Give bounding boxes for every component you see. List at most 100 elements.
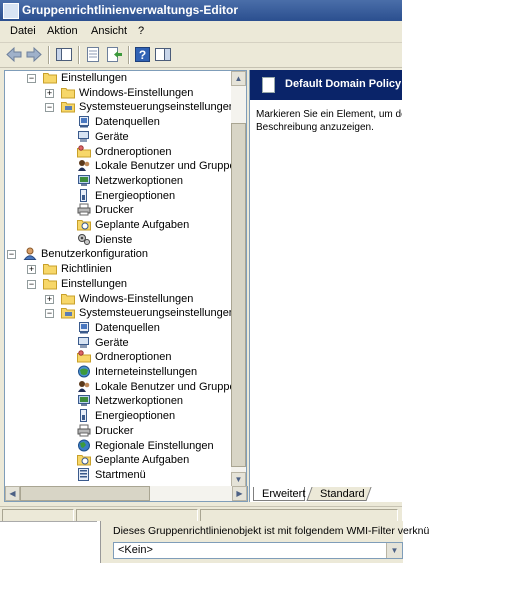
tree-item[interactable]: − Einstellungen <box>5 277 232 292</box>
tab-standard-label: Standard <box>320 488 365 500</box>
help-icon[interactable]: ? <box>134 46 152 63</box>
tree-item-label: Einstellungen <box>61 277 128 290</box>
tree-item-label: Lokale Benutzer und Gruppen <box>95 160 232 173</box>
description-line: Markieren Sie ein Element, um des <box>256 109 402 120</box>
status-bar <box>0 506 402 521</box>
tree-item-label: Drucker <box>95 204 134 217</box>
tree-item[interactable]: − Systemsteuerungseinstellungen <box>5 100 232 115</box>
toolbar: ? <box>0 43 402 68</box>
tree-item[interactable]: + Windows-Einstellungen <box>5 292 232 307</box>
menu-datei[interactable]: Datei <box>10 25 36 37</box>
menu-ansicht[interactable]: Ansicht <box>91 25 127 37</box>
tree-item-label: Ordneroptionen <box>95 351 172 364</box>
tree-item[interactable]: Lokale Benutzer und Gruppen <box>5 159 232 174</box>
scroll-thumb-horizontal[interactable] <box>20 486 150 501</box>
collapse-minus-icon[interactable]: − <box>27 279 36 289</box>
tree-item[interactable]: Lokale Benutzer und Gruppen <box>5 380 232 395</box>
wmi-filter-value: <Kein> <box>118 544 153 556</box>
tree-item[interactable]: Startmenü <box>5 467 232 483</box>
chevron-down-icon[interactable]: ▼ <box>386 543 402 558</box>
tree-item-label: Drucker <box>95 424 134 437</box>
power-options-icon <box>77 409 91 423</box>
back-arrow-icon[interactable] <box>5 46 23 63</box>
tree-item[interactable]: Drucker <box>5 424 232 439</box>
scroll-right-button[interactable]: ▶ <box>232 486 247 501</box>
status-panel <box>200 509 398 521</box>
start-menu-icon <box>77 467 91 481</box>
expand-plus-icon[interactable]: + <box>45 294 54 304</box>
tree-item[interactable]: Netzwerkoptionen <box>5 174 232 189</box>
title-bar: Gruppenrichtlinienverwaltungs-Editor <box>0 0 402 21</box>
tree-item[interactable]: Energieoptionen <box>5 188 232 204</box>
tab-standard[interactable]: Standard <box>306 487 372 501</box>
collapse-minus-icon[interactable]: − <box>45 309 54 319</box>
tree-item-label: Windows-Einstellungen <box>79 292 194 305</box>
expand-plus-icon[interactable]: + <box>27 265 36 275</box>
toolbar-separator <box>48 46 50 64</box>
tree-item[interactable]: Datenquellen <box>5 321 232 336</box>
data-sources-icon <box>77 115 91 128</box>
details-header: Default Domain Policy [ <box>250 70 402 100</box>
tree-item-label: Interneteinstellungen <box>95 366 198 378</box>
tree-item[interactable]: Energieoptionen <box>5 409 232 424</box>
scroll-down-button[interactable]: ▼ <box>231 472 246 487</box>
tree-item[interactable]: − Benutzerkonfiguration <box>5 247 232 262</box>
tree-item[interactable]: Geräte <box>5 130 232 145</box>
show-action-pane-icon[interactable] <box>154 46 172 63</box>
scheduled-tasks-icon <box>77 218 91 231</box>
tree-item[interactable]: Geplante Aufgaben <box>5 453 232 468</box>
folder-icon <box>43 262 57 275</box>
app-icon <box>3 3 19 19</box>
tree-item[interactable]: Geräte <box>5 336 232 351</box>
scroll-thumb[interactable] <box>231 123 246 467</box>
tree-item-label: Systemsteuerungseinstellungen <box>79 101 232 114</box>
internet-settings-icon <box>77 365 91 378</box>
collapse-minus-icon[interactable]: − <box>7 250 16 260</box>
folder-options-icon <box>77 144 91 158</box>
tree-item-label: Regionale Einstellungen <box>95 439 214 452</box>
collapse-minus-icon[interactable]: − <box>27 74 36 83</box>
data-sources-icon <box>77 321 91 334</box>
user-config-icon <box>23 247 37 261</box>
devices-icon <box>77 336 91 349</box>
tree-item[interactable]: − Einstellungen <box>5 71 232 86</box>
tree-item[interactable]: Dienste <box>5 233 232 248</box>
tree-item[interactable]: Geplante Aufgaben <box>5 218 232 233</box>
collapse-minus-icon[interactable]: − <box>45 103 54 113</box>
tree-item[interactable]: Ordneroptionen <box>5 144 232 160</box>
menu-help[interactable]: ? <box>138 25 144 37</box>
window-title: Gruppenrichtlinienverwaltungs-Editor <box>22 3 239 17</box>
export-list-icon[interactable] <box>105 46 123 63</box>
tree-item[interactable]: Drucker <box>5 203 232 218</box>
tree-item-label: Einstellungen <box>61 72 128 84</box>
printer-icon <box>77 203 91 216</box>
tree-item[interactable]: − Systemsteuerungseinstellungen <box>5 306 232 321</box>
vertical-scrollbar[interactable]: ▲ ▼ <box>231 70 247 488</box>
tree-item[interactable]: + Richtlinien <box>5 262 232 277</box>
tree-item-label: Systemsteuerungseinstellungen <box>79 307 232 320</box>
tab-erweitert[interactable]: Erweitert <box>253 487 305 501</box>
scroll-up-button[interactable]: ▲ <box>231 71 246 86</box>
menu-aktion[interactable]: Aktion <box>47 25 78 37</box>
tree-item[interactable]: Netzwerkoptionen <box>5 394 232 409</box>
tree-item-label: Geplante Aufgaben <box>95 219 190 231</box>
tree-item[interactable]: Ordneroptionen <box>5 350 232 365</box>
wmi-filter-dropdown[interactable]: <Kein> ▼ <box>113 542 403 559</box>
folder-icon <box>61 292 75 305</box>
tree-item[interactable]: Regionale Einstellungen <box>5 439 232 454</box>
tree-item-label: Energieoptionen <box>95 410 176 423</box>
horizontal-scrollbar[interactable]: ◀ ▶ <box>4 486 248 502</box>
show-hide-tree-icon[interactable] <box>55 46 73 63</box>
properties-icon[interactable] <box>84 46 102 63</box>
scroll-left-button[interactable]: ◀ <box>5 486 20 501</box>
scheduled-tasks-icon <box>77 453 91 466</box>
tree-item-label: Startmenü <box>95 468 146 481</box>
forward-arrow-icon[interactable] <box>25 46 43 63</box>
lower-left-area <box>0 521 97 564</box>
tree-item[interactable]: Datenquellen <box>5 115 232 130</box>
tree-item-label: Datenquellen <box>95 116 160 129</box>
tree-item[interactable]: + Windows-Einstellungen <box>5 86 232 101</box>
tree-item-label: Netzwerkoptionen <box>95 395 184 408</box>
tree-item[interactable]: Interneteinstellungen <box>5 365 232 380</box>
expand-plus-icon[interactable]: + <box>45 88 54 98</box>
